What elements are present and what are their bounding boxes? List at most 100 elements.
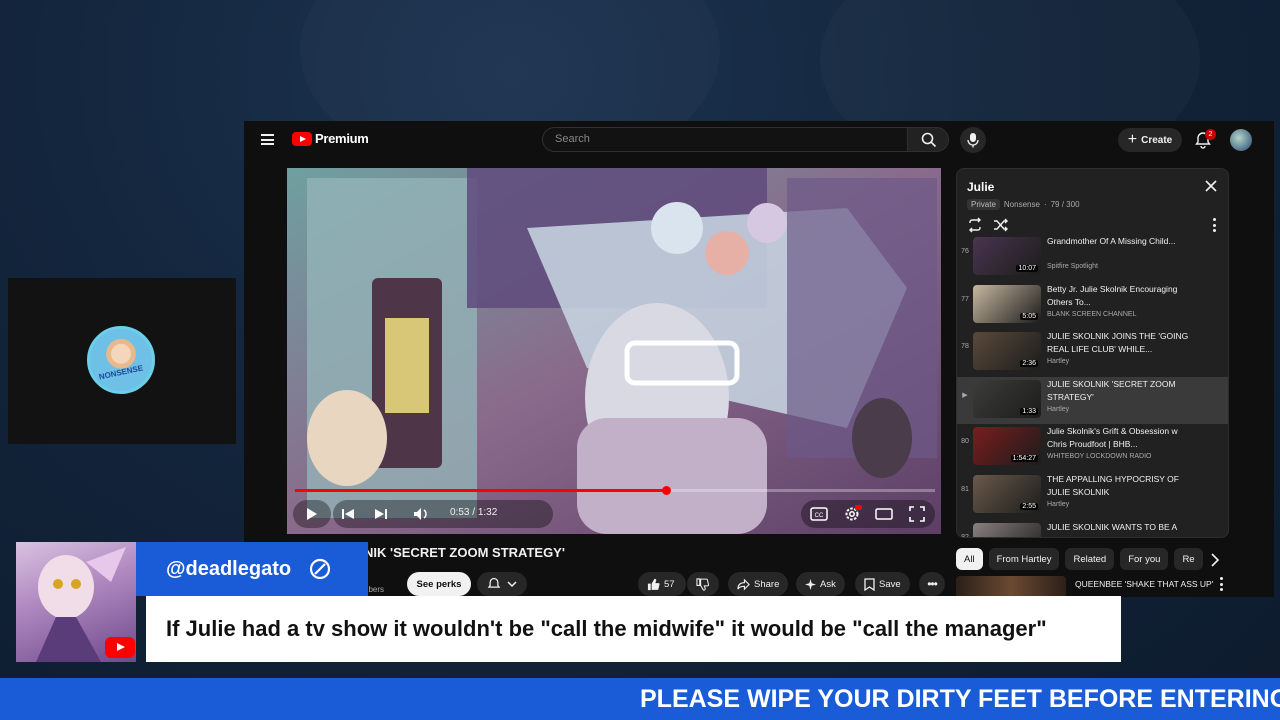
video-progress-bar[interactable]: [295, 486, 935, 495]
video-frame-art: [287, 168, 941, 534]
youtube-logo[interactable]: Premium: [292, 131, 369, 146]
search-input[interactable]: Search: [542, 127, 908, 152]
recommended-video-thumbnail[interactable]: [956, 576, 1066, 597]
playlist-item-number: 80: [961, 438, 969, 446]
filter-chip[interactable]: All: [956, 548, 983, 570]
playlist-item-number: 76: [961, 248, 969, 255]
streamer-camera-box: NONSENSE: [8, 278, 236, 444]
playlist-item-channel: WHITEBOY LOCKDOWN RADIO: [1047, 453, 1152, 461]
youtube-chat-source-icon: [105, 637, 135, 658]
volume-icon[interactable]: [411, 504, 431, 524]
playlist-item-thumbnail: 2:36: [973, 332, 1041, 371]
captions-icon[interactable]: CC: [809, 504, 829, 524]
save-button[interactable]: Save: [855, 572, 910, 596]
chat-message-text: If Julie had a tv show it wouldn't be "c…: [166, 616, 1047, 641]
playlist-item-title: Betty Jr. Julie Skolnik Encouraging Othe…: [1047, 283, 1178, 307]
search-icon: [921, 132, 937, 148]
chat-username: @deadlegato: [166, 557, 292, 580]
hamburger-menu-icon[interactable]: [261, 134, 274, 145]
playlist-meta: Private Nonsense · 79 / 300: [967, 199, 1080, 210]
filter-chip[interactable]: Re: [1174, 548, 1203, 570]
playlist-title[interactable]: Julie: [967, 180, 994, 194]
playlist-privacy-badge: Private: [967, 199, 1000, 210]
ask-label: Ask: [820, 578, 836, 590]
voice-search-button[interactable]: [960, 127, 986, 153]
playlist-item-title: JULIE SKOLNIK WANTS TO BE A REAL GIRL: [1047, 521, 1177, 537]
share-arrow-icon: [737, 578, 750, 590]
close-icon[interactable]: [1204, 179, 1218, 193]
subscription-notifications-button[interactable]: [477, 572, 527, 596]
playlist-item-number: 82: [961, 533, 969, 538]
meta-separator: ·: [1043, 200, 1047, 209]
total-time: 1:32: [477, 507, 498, 518]
chat-username-banner: @deadlegato: [136, 542, 368, 596]
video-player[interactable]: 0:53 / 1:32 CC: [287, 168, 941, 534]
playlist-item-title: Grandmother Of A Missing Child...: [1047, 236, 1176, 246]
bell-icon: [487, 577, 501, 588]
svg-text:CC: CC: [815, 513, 824, 519]
player-controls: 0:53 / 1:32 CC: [287, 494, 941, 534]
bookmark-icon: [864, 577, 875, 591]
filter-chip[interactable]: For you: [1120, 548, 1169, 570]
chevron-right-icon[interactable]: [1210, 553, 1220, 567]
microphone-icon: [967, 133, 979, 148]
playlist-item[interactable]: 81 2:55 THE APPALLING HYPOCRISY OF JULIE S…: [957, 472, 1228, 520]
playlist-item[interactable]: 82 JULIE SKOLNIK WANTS TO BE A REAL GIRL: [957, 520, 1228, 538]
create-button[interactable]: + Create: [1118, 128, 1182, 152]
filter-chip[interactable]: Related: [1065, 548, 1115, 570]
playlist-more-icon[interactable]: [1212, 218, 1216, 232]
chevron-down-icon: [507, 581, 517, 588]
account-avatar[interactable]: [1230, 129, 1252, 151]
current-time: 0:53: [450, 507, 470, 518]
ticker-text: PLEASE WIPE YOUR DIRTY FEET BEFORE ENTER…: [640, 685, 1280, 713]
playlist-item-thumbnail: 1:54:27: [973, 427, 1041, 466]
playlist-item-duration: 1:33: [1020, 407, 1038, 415]
playlist-panel: Julie Private Nonsense · 79 / 300 76 10:0…: [956, 168, 1229, 538]
like-button[interactable]: 57: [638, 572, 686, 596]
playlist-item-thumbnail: 1:33: [973, 379, 1041, 418]
previous-track-icon[interactable]: [338, 504, 358, 524]
recommended-video-title[interactable]: QUEENBEE 'SHAKE THAT ASS UP': [1075, 578, 1215, 591]
see-perks-button[interactable]: See perks: [407, 572, 471, 596]
youtube-window: Premium Search + Create 2 0:53 / 1:32 CC…: [244, 121, 1274, 597]
playlist-item[interactable]: 76 10:07 Grandmother Of A Missing Child...…: [957, 234, 1228, 282]
youtube-play-logo-icon: [292, 131, 312, 146]
playlist-item-channel: Hartley: [1047, 358, 1070, 366]
share-button[interactable]: Share: [728, 572, 789, 596]
playlist-item-channel: Hartley: [1047, 500, 1070, 508]
dislike-button[interactable]: [687, 572, 719, 596]
playlist-item-number: 81: [961, 485, 969, 493]
shuffle-icon[interactable]: [993, 217, 1009, 233]
like-count: 57: [664, 578, 675, 590]
channel-avatar: NONSENSE: [87, 326, 155, 394]
playlist-item-thumbnail: 5:05: [973, 284, 1041, 323]
theater-mode-icon[interactable]: [874, 504, 894, 524]
more-actions-button[interactable]: •••: [919, 572, 945, 596]
playlist-item-thumbnail: [973, 522, 1041, 537]
playlist-item[interactable]: ▶ 1:33 JULIE SKOLNIK 'SECRET ZOOM STRATEGY…: [957, 376, 1228, 425]
playlist-item-duration: 2:55: [1020, 502, 1038, 510]
settings-gear-icon[interactable]: [842, 504, 862, 524]
filter-chip[interactable]: From Hartley: [988, 548, 1060, 570]
ask-button[interactable]: Ask: [796, 572, 845, 596]
playlist-item-number: 77: [961, 295, 969, 303]
playlist-item-channel: BLANK SCREEN CHANNEL: [1047, 310, 1137, 318]
fullscreen-icon[interactable]: [907, 504, 927, 524]
playlist-owner[interactable]: Nonsense: [1004, 200, 1040, 209]
playlist-item-thumbnail: 10:07: [973, 237, 1041, 275]
playlist-item-channel: Hartley: [1047, 405, 1070, 413]
playlist-item[interactable]: 77 5:05 Betty Jr. Julie Skolnik Encouragin…: [957, 282, 1228, 330]
recommended-more-icon[interactable]: [1220, 577, 1224, 591]
playlist-items: 76 10:07 Grandmother Of A Missing Child...…: [957, 234, 1228, 538]
playlist-item-number: 78: [961, 343, 969, 351]
loop-icon[interactable]: [967, 217, 983, 233]
now-playing-icon: ▶: [962, 391, 968, 399]
channel-avatar-label: NONSENSE: [98, 363, 144, 382]
playlist-item[interactable]: 78 2:36 JULIE SKOLNIK JOINS THE 'GOING REA…: [957, 329, 1228, 377]
next-track-icon[interactable]: [371, 504, 391, 524]
thumbs-down-icon: [696, 577, 709, 591]
search-button[interactable]: [907, 127, 949, 152]
playlist-item-title: JULIE SKOLNIK JOINS THE 'GOING REAL LIFE…: [1047, 331, 1189, 355]
play-icon[interactable]: [301, 504, 321, 524]
playlist-item[interactable]: 80 1:54:27 Julie Skolnik's Grift & Obsessi…: [957, 424, 1228, 472]
